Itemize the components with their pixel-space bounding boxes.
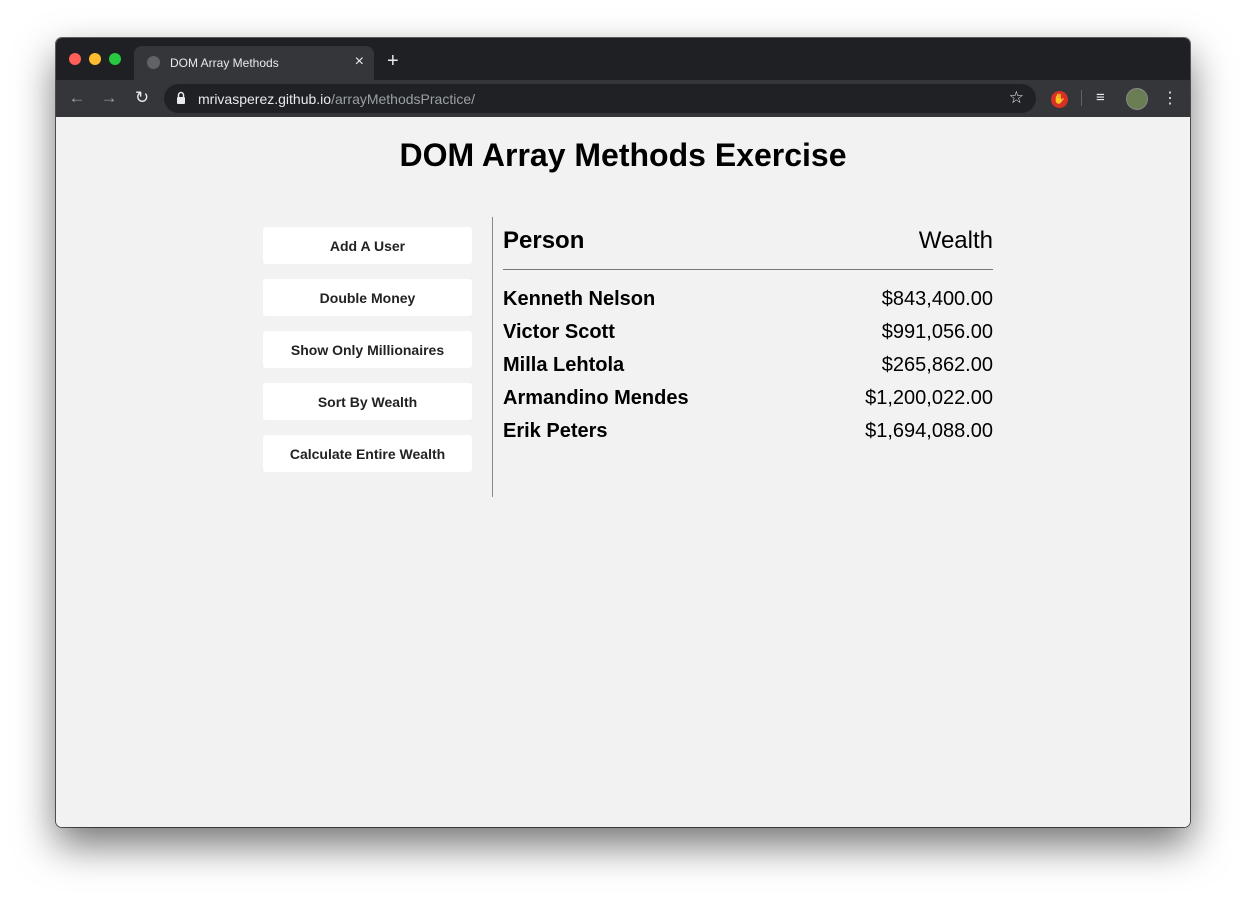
person-wealth: $843,400.00 (881, 288, 993, 310)
person-name: Erik Peters (503, 420, 608, 442)
window-close-button[interactable] (69, 53, 81, 65)
browser-toolbar: ← → ↻ mrivasperez.github.io/arrayMethods… (56, 80, 1190, 117)
page-title: DOM Array Methods Exercise (399, 137, 847, 173)
add-user-button[interactable]: Add A User (263, 227, 472, 264)
person-name: Victor Scott (503, 321, 615, 343)
person-name: Kenneth Nelson (503, 288, 656, 310)
action-buttons: Add A User Double Money Show Only Millio… (263, 227, 472, 487)
person-wealth: $265,862.00 (881, 354, 993, 376)
reload-icon[interactable]: ↻ (131, 87, 153, 109)
window-maximize-button[interactable] (109, 53, 121, 65)
forward-arrow-icon[interactable]: → (98, 87, 120, 109)
table-row: Armandino Mendes $1,200,022.00 (503, 387, 993, 420)
person-wealth: $1,200,022.00 (865, 387, 993, 409)
calculate-wealth-button[interactable]: Calculate Entire Wealth (263, 435, 472, 472)
globe-icon (147, 56, 160, 69)
lock-icon (177, 91, 185, 104)
header-wealth: Wealth (918, 227, 993, 254)
table-rows: Kenneth Nelson $843,400.00 Victor Scott … (503, 288, 993, 453)
page-content: DOM Array Methods Exercise Add A User Do… (56, 117, 1190, 827)
person-name: Armandino Mendes (503, 387, 689, 409)
window-minimize-button[interactable] (89, 53, 101, 65)
tab-title: DOM Array Methods (170, 56, 279, 70)
url-path: /arrayMethodsPractice/ (331, 91, 476, 107)
vertical-divider (492, 217, 493, 497)
browser-window: DOM Array Methods × + ← → ↻ mrivasperez.… (56, 38, 1190, 827)
media-control-icon[interactable]: ≡ (1096, 89, 1105, 106)
show-millionaires-button[interactable]: Show Only Millionaires (263, 331, 472, 368)
wealth-table: Person Wealth Kenneth Nelson $843,400.00… (503, 225, 993, 453)
url-text: mrivasperez.github.io/arrayMethodsPracti… (198, 91, 475, 107)
table-row: Milla Lehtola $265,862.00 (503, 354, 993, 387)
header-person: Person (503, 227, 585, 254)
address-bar[interactable]: mrivasperez.github.io/arrayMethodsPracti… (164, 84, 1036, 113)
table-row: Kenneth Nelson $843,400.00 (503, 288, 993, 321)
kebab-menu-icon[interactable]: ⋮ (1162, 88, 1178, 108)
person-wealth: $991,056.00 (881, 321, 993, 343)
person-name: Milla Lehtola (503, 354, 625, 376)
browser-tab[interactable]: DOM Array Methods × (134, 46, 374, 80)
close-icon[interactable]: × (355, 53, 364, 71)
person-wealth: $1,694,088.00 (865, 420, 993, 442)
url-host: mrivasperez.github.io (198, 91, 332, 107)
back-arrow-icon[interactable]: ← (66, 87, 88, 109)
table-header: Person Wealth (503, 225, 993, 270)
double-money-button[interactable]: Double Money (263, 279, 472, 316)
profile-avatar[interactable] (1126, 88, 1148, 110)
extension-stop-icon[interactable]: ✋ (1051, 91, 1068, 108)
sort-by-wealth-button[interactable]: Sort By Wealth (263, 383, 472, 420)
table-row: Erik Peters $1,694,088.00 (503, 420, 993, 453)
table-row: Victor Scott $991,056.00 (503, 321, 993, 354)
bookmark-star-icon[interactable]: ☆ (1009, 88, 1024, 108)
tab-bar: DOM Array Methods × + (56, 38, 1190, 80)
toolbar-divider (1081, 90, 1082, 106)
new-tab-button[interactable]: + (387, 50, 399, 73)
